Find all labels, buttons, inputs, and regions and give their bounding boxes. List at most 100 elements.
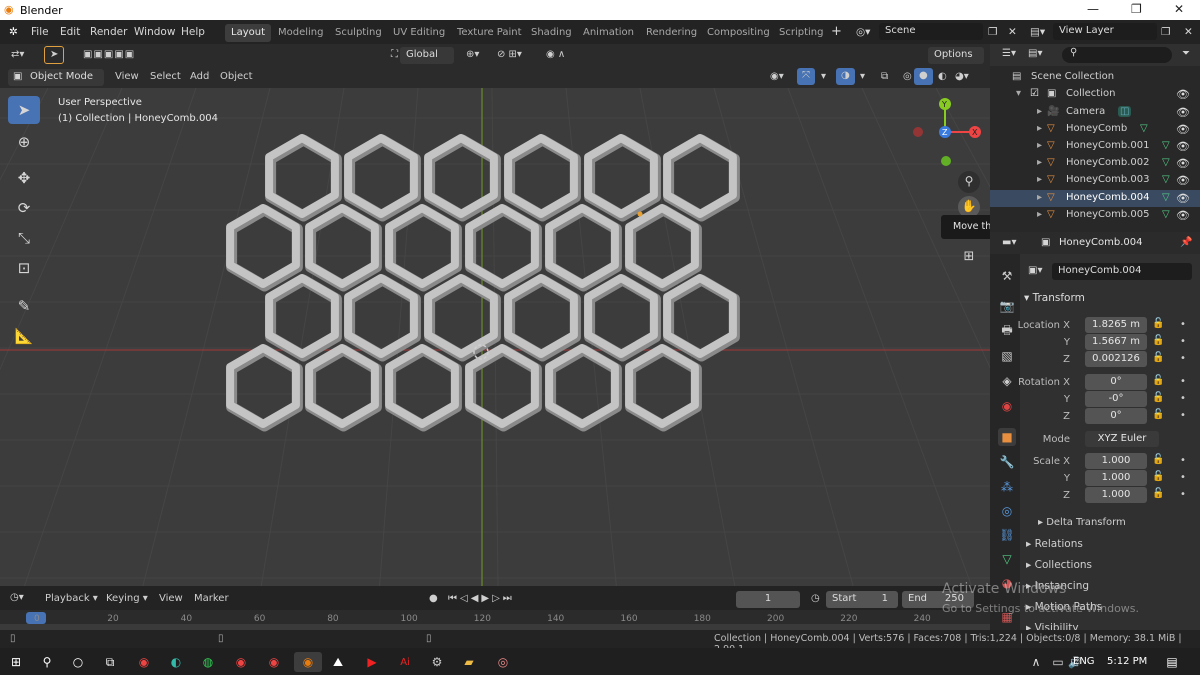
- timeline-editor-icon[interactable]: ◷▾: [10, 592, 24, 603]
- search-icon[interactable]: ⚲: [37, 652, 57, 672]
- delete-view-layer-icon[interactable]: ✕: [1184, 26, 1193, 38]
- constraints-tab-icon[interactable]: ⛓: [998, 526, 1016, 544]
- 3d-viewport[interactable]: User Perspective (1) Collection | HoneyC…: [0, 88, 990, 586]
- cortana-icon[interactable]: ○: [68, 652, 88, 672]
- eye-icon[interactable]: 👁: [1176, 106, 1190, 119]
- expand-icon[interactable]: ▸: [1037, 209, 1042, 220]
- eye-icon[interactable]: 👁: [1176, 192, 1190, 205]
- zoom-icon[interactable]: ⚲: [958, 171, 980, 193]
- expand-icon[interactable]: ▸: [1037, 140, 1042, 151]
- outliner-item[interactable]: ▸ ▽ HoneyComb.005 ▽ 👁: [990, 207, 1200, 224]
- current-frame-field[interactable]: 1: [736, 591, 800, 608]
- illustrator-icon[interactable]: Ai: [395, 652, 415, 672]
- display-mode-icon[interactable]: ▤▾: [1028, 48, 1042, 59]
- blender-menu-icon[interactable]: ✲: [9, 26, 18, 38]
- tab-layout[interactable]: Layout: [225, 24, 271, 42]
- menu-edit[interactable]: Edit: [60, 26, 80, 38]
- keyframe-dot[interactable]: •: [1180, 353, 1186, 364]
- lock-icon[interactable]: 🔓: [1152, 375, 1164, 386]
- relations-section[interactable]: ▸ Relations: [1026, 538, 1083, 550]
- pivot-point-icon[interactable]: ⊕▾: [461, 47, 484, 64]
- outliner-item[interactable]: ▸ ▽ HoneyComb.002 ▽ 👁: [990, 155, 1200, 172]
- rotation-x-field[interactable]: 0°: [1085, 374, 1147, 390]
- rotate-tool-icon[interactable]: ⟳: [8, 194, 40, 222]
- annotate-tool-icon[interactable]: ✎: [8, 292, 40, 320]
- expand-icon[interactable]: ▸: [1037, 106, 1042, 117]
- selection-mode-icons[interactable]: ▣▣▣▣▣: [78, 47, 140, 64]
- mesh-data-icon[interactable]: ▽: [1162, 192, 1170, 203]
- tab-rendering[interactable]: Rendering: [640, 24, 703, 42]
- app-circle-icon[interactable]: ◎: [493, 652, 513, 672]
- lock-icon[interactable]: 🔓: [1152, 318, 1164, 329]
- eye-icon[interactable]: 👁: [1176, 157, 1190, 170]
- menu-playback[interactable]: Playback ▾: [40, 591, 103, 608]
- eye-icon[interactable]: 👁: [1176, 209, 1190, 222]
- eye-icon[interactable]: 👁: [1176, 88, 1190, 101]
- chrome-icon[interactable]: ◉: [134, 652, 154, 672]
- delete-scene-icon[interactable]: ✕: [1008, 26, 1017, 38]
- expand-icon[interactable]: ▸: [1037, 174, 1042, 185]
- file-explorer-icon[interactable]: ▰: [459, 652, 479, 672]
- location-y-field[interactable]: 1.5667 m: [1085, 334, 1147, 350]
- toggle-perspective-icon[interactable]: ⊞: [958, 249, 980, 271]
- mesh-data-icon[interactable]: ▽: [1140, 123, 1148, 134]
- rotation-y-field[interactable]: -0°: [1085, 391, 1147, 407]
- chrome-icon[interactable]: ◉: [264, 652, 284, 672]
- gizmo-dropdown-icon[interactable]: ▾: [816, 69, 831, 86]
- scene-selector-icon[interactable]: ◎▾: [856, 26, 870, 38]
- transform-section-header[interactable]: ▾ Transform: [1024, 292, 1085, 304]
- mesh-data-icon[interactable]: ▽: [1162, 157, 1170, 168]
- menu-timeline-view[interactable]: View: [154, 591, 188, 608]
- tab-animation[interactable]: Animation: [577, 24, 640, 42]
- new-view-layer-icon[interactable]: ❐: [1161, 26, 1170, 38]
- playback-controls[interactable]: ⏮◁◀▶▷⏭: [443, 591, 520, 608]
- keyframe-dot[interactable]: •: [1180, 393, 1186, 404]
- collection-row[interactable]: ▾ ☑ ▣ Collection 👁: [990, 86, 1200, 103]
- menu-select[interactable]: Select: [145, 69, 186, 86]
- scene-name-field[interactable]: Scene: [879, 23, 983, 40]
- outliner-editor-icon[interactable]: ☰▾: [1002, 48, 1016, 59]
- snap-icon[interactable]: ⊘ ⊞▾: [492, 47, 527, 64]
- record-button[interactable]: ●: [424, 591, 443, 608]
- select-tool-icon[interactable]: ➤: [8, 96, 40, 124]
- location-z-field[interactable]: 0.002126: [1085, 351, 1147, 367]
- xray-icon[interactable]: ⧉: [876, 69, 893, 86]
- tab-uv-editing[interactable]: UV Editing: [387, 24, 451, 42]
- start-frame-field[interactable]: Start 1: [826, 591, 898, 608]
- tab-sculpting[interactable]: Sculpting: [329, 24, 388, 42]
- maximize-button[interactable]: ❐: [1131, 2, 1142, 16]
- cursor-tool-icon[interactable]: ⊕: [8, 128, 40, 156]
- mesh-data-icon[interactable]: ▽: [1162, 174, 1170, 185]
- notifications-icon[interactable]: ▤: [1162, 652, 1182, 672]
- tab-modeling[interactable]: Modeling: [272, 24, 330, 42]
- task-view-icon[interactable]: ⧉: [100, 652, 120, 672]
- windows-start-icon[interactable]: ⊞: [6, 652, 26, 672]
- menu-object[interactable]: Object: [215, 69, 258, 86]
- edge-icon[interactable]: ◐: [166, 652, 186, 672]
- tab-shading[interactable]: Shading: [525, 24, 578, 42]
- mesh-data-icon[interactable]: ▽: [1162, 209, 1170, 220]
- expand-icon[interactable]: ▾: [1016, 88, 1021, 99]
- material-shading-icon[interactable]: ◐: [933, 69, 952, 86]
- move-tool-icon[interactable]: ✥: [8, 164, 40, 192]
- lock-icon[interactable]: 🔓: [1152, 454, 1164, 465]
- gizmo-toggle-icon[interactable]: ⤧: [797, 68, 815, 85]
- scale-x-field[interactable]: 1.000: [1085, 453, 1147, 469]
- scene-collection-row[interactable]: ▤ Scene Collection: [990, 69, 1200, 86]
- keyframe-dot[interactable]: •: [1180, 455, 1186, 466]
- object-name-field[interactable]: HoneyComb.004: [1052, 263, 1192, 280]
- menu-window[interactable]: Window: [134, 26, 175, 38]
- rotation-z-field[interactable]: 0°: [1085, 408, 1147, 424]
- menu-marker[interactable]: Marker: [189, 591, 234, 608]
- expand-icon[interactable]: ▸: [1037, 192, 1042, 203]
- menu-view[interactable]: View: [110, 69, 144, 86]
- scale-y-field[interactable]: 1.000: [1085, 470, 1147, 486]
- collections-section[interactable]: ▸ Collections: [1026, 559, 1092, 571]
- transform-tool-icon[interactable]: ⊡: [8, 254, 40, 282]
- menu-help[interactable]: Help: [181, 26, 205, 38]
- rotation-mode-dropdown[interactable]: XYZ Euler: [1085, 431, 1159, 447]
- view-layer-field[interactable]: View Layer: [1053, 23, 1157, 40]
- app-icon[interactable]: ⚙: [427, 652, 447, 672]
- overlay-dropdown-icon[interactable]: ▾: [855, 69, 870, 86]
- delta-transform-section[interactable]: ▸ Delta Transform: [1038, 517, 1126, 528]
